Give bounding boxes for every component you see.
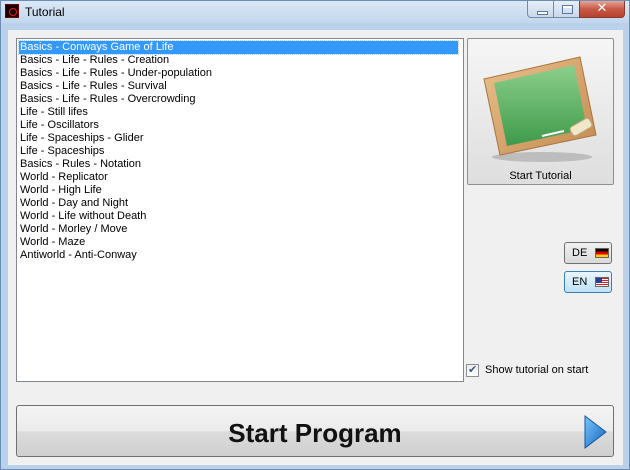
list-item[interactable]: Life - Spaceships [19,145,458,158]
minimize-button[interactable] [527,1,554,18]
list-item[interactable]: Basics - Life - Rules - Under-population [19,67,458,80]
tutorial-window: Tutorial ✕ Basics - Conways Game of Life… [0,0,630,470]
list-item[interactable]: Antiworld - Anti-Conway [19,249,458,262]
list-item[interactable]: World - Morley / Move [19,223,458,236]
list-item[interactable]: World - Maze [19,236,458,249]
app-icon [5,4,19,18]
language-en-button[interactable]: EN [564,271,612,293]
start-tutorial-button[interactable]: Start Tutorial [467,38,614,185]
list-item[interactable]: World - Life without Death [19,210,458,223]
language-code: EN [572,276,588,288]
show-tutorial-checkbox[interactable]: ✔ [466,363,479,377]
list-item[interactable]: Life - Spaceships - Glider [19,132,458,145]
us-flag-icon [595,277,609,287]
list-item[interactable]: Basics - Life - Rules - Creation [19,54,458,67]
show-tutorial-label: Show tutorial on start [485,364,589,376]
maximize-icon [562,5,573,14]
start-tutorial-label: Start Tutorial [509,170,572,182]
close-button[interactable]: ✕ [579,1,625,18]
close-icon: ✕ [596,1,608,16]
client-area: Basics - Conways Game of Life Basics - L… [8,30,623,465]
play-arrow-icon [584,415,607,449]
start-program-button[interactable]: Start Program [16,405,614,457]
list-item[interactable]: Life - Still lifes [19,106,458,119]
list-item[interactable]: World - Replicator [19,171,458,184]
list-item[interactable]: Basics - Conways Game of Life [18,40,459,55]
maximize-button[interactable] [553,1,580,18]
list-item[interactable]: World - Day and Night [19,197,458,210]
minimize-icon [537,11,548,15]
checkmark-icon: ✔ [468,363,478,376]
title-bar[interactable]: Tutorial ✕ [1,1,629,23]
window-title: Tutorial [25,5,65,19]
german-flag-icon [595,248,609,258]
list-item[interactable]: Basics - Life - Rules - Survival [19,80,458,93]
language-de-button[interactable]: DE [564,242,612,264]
list-item[interactable]: Basics - Rules - Notation [19,158,458,171]
start-program-label: Start Program [228,418,402,448]
chalkboard-icon [483,56,597,162]
list-item[interactable]: Basics - Life - Rules - Overcrowding [19,93,458,106]
list-item[interactable]: Life - Oscillators [19,119,458,132]
language-code: DE [572,247,588,259]
tutorial-list[interactable]: Basics - Conways Game of Life Basics - L… [16,38,464,382]
list-item[interactable]: World - High Life [19,184,458,197]
